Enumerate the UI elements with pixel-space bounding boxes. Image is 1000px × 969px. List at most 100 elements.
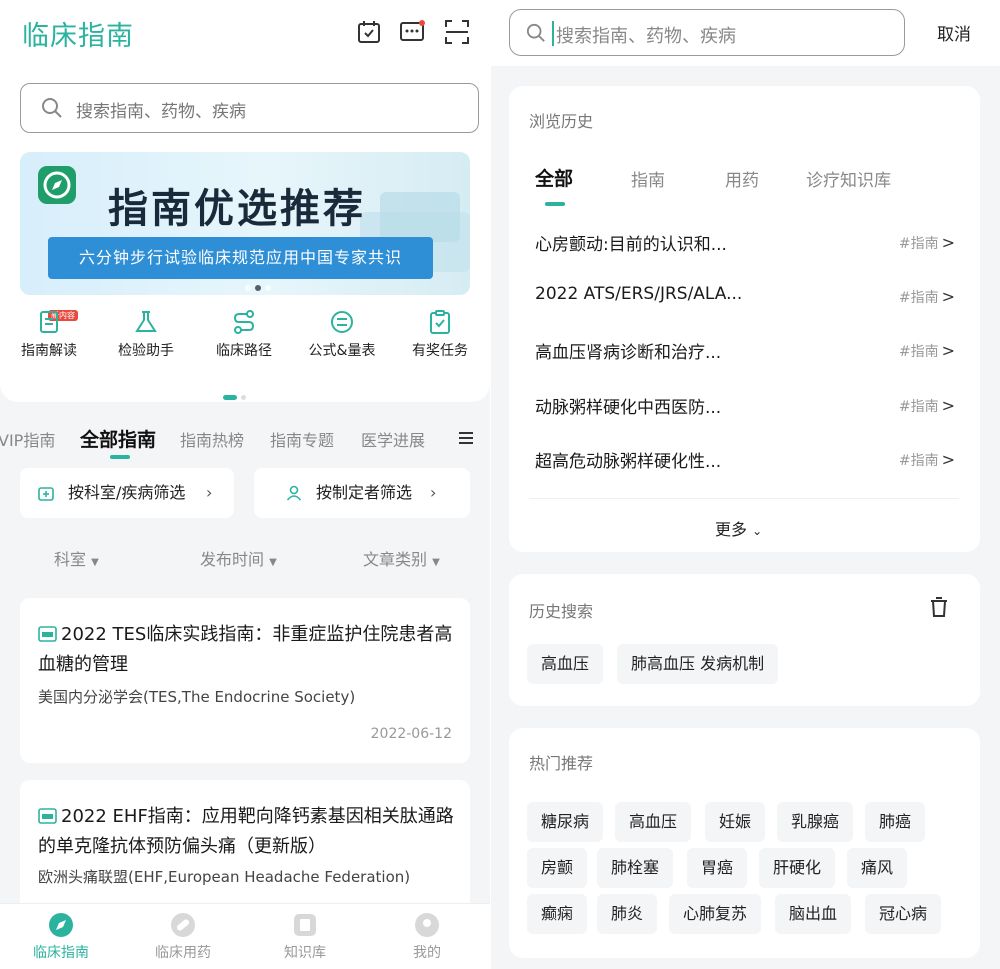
person-icon: [286, 485, 302, 501]
hot-chip[interactable]: 心肺复苏: [669, 894, 762, 934]
hot-chip[interactable]: 肺栓塞: [597, 848, 674, 888]
tab-hot-guides[interactable]: 指南热榜: [180, 427, 244, 451]
history-item[interactable]: 心房颤动:目前的认识和... #指南 >: [535, 228, 955, 258]
formula-icon: [331, 311, 353, 333]
hot-chip[interactable]: 脑出血: [775, 894, 852, 934]
flask-icon: [135, 311, 157, 332]
nav-clinical-guides[interactable]: 临床指南: [16, 912, 106, 962]
quick-formula-scale[interactable]: 公式&量表: [297, 308, 387, 360]
more-button[interactable]: 更多 ⌄: [715, 516, 762, 540]
history-item[interactable]: 2022 ATS/ERS/JRS/ALA... #指南 >: [535, 282, 955, 312]
search-history-title: 历史搜索: [529, 602, 594, 621]
guide-tabs: VIP指南 全部指南 指南热榜 指南专题 医学进展: [0, 425, 490, 459]
sort-article-type[interactable]: 文章类别 ▼: [363, 546, 440, 570]
pdf-document-icon: [38, 808, 57, 824]
history-item-title: 动脉粥样硬化中西医防...: [535, 398, 722, 418]
sort-label: 发布时间: [200, 550, 265, 569]
hot-chip[interactable]: 乳腺癌: [777, 802, 854, 842]
calendar-check-icon[interactable]: [355, 18, 383, 46]
medical-kit-icon: [38, 487, 54, 501]
sort-publish-time[interactable]: 发布时间 ▼: [200, 546, 277, 570]
document-icon: [40, 311, 58, 333]
filter-label: 按科室/疾病筛选: [68, 483, 186, 502]
quick-menu-pager: [223, 385, 250, 404]
quick-guide-reading[interactable]: 指南解读: [4, 308, 94, 360]
hot-chip[interactable]: 妊娠: [705, 802, 766, 842]
tab-medical-progress[interactable]: 医学进展: [361, 427, 425, 451]
chevron-right-icon: >: [941, 396, 955, 415]
browse-history-card: 浏览历史 全部 指南 用药 诊疗知识库 心房颤动:目前的认识和... #指南 > …: [509, 86, 980, 552]
quick-clinical-path[interactable]: 临床路径: [199, 308, 289, 360]
article-title: 2022 EHF指南：应用靶向降钙素基因相关肽通路的单克隆抗体预防偏头痛（更新版…: [38, 802, 458, 862]
hot-recommendations-card: 热门推荐 糖尿病 高血压 妊娠 乳腺癌 肺癌 房颤 肺栓塞 胃癌 肝硬化 痛风 …: [509, 728, 980, 958]
hot-chip[interactable]: 肺癌: [865, 802, 926, 842]
trash-icon[interactable]: [929, 596, 949, 618]
hot-chip[interactable]: 糖尿病: [527, 802, 604, 842]
sort-department[interactable]: 科室 ▼: [54, 546, 99, 570]
search-bar[interactable]: 搜索指南、药物、疾病: [20, 83, 479, 133]
compass-icon: [49, 913, 73, 937]
article-card[interactable]: 2022 EHF指南：应用靶向降钙素基因相关肽通路的单克隆抗体预防偏头痛（更新版…: [20, 780, 470, 920]
tab-knowledge-base[interactable]: 诊疗知识库: [806, 166, 891, 191]
hot-chip[interactable]: 癫痫: [527, 894, 588, 934]
filter-by-author-button[interactable]: 按制定者筛选 ›: [254, 468, 470, 518]
nav-label: 知识库: [284, 945, 326, 961]
tab-guides[interactable]: 指南: [631, 166, 665, 191]
search-screen: 搜索指南、药物、疾病 取消 浏览历史 全部 指南 用药 诊疗知识库 心房颤动:目…: [491, 0, 1000, 969]
route-icon: [233, 310, 255, 334]
hot-chip[interactable]: 痛风: [847, 848, 908, 888]
tab-all-guides[interactable]: 全部指南: [80, 425, 156, 452]
chevron-right-icon: ›: [430, 483, 437, 502]
article-card[interactable]: 2022 TES临床实践指南：非重症监护住院患者高血糖的管理 美国内分泌学会(T…: [20, 598, 470, 763]
divider: [529, 498, 959, 499]
scan-icon[interactable]: [443, 18, 471, 46]
history-item-title: 高血压肾病诊断和治疗...: [535, 343, 722, 363]
message-icon[interactable]: [398, 18, 426, 46]
tab-all[interactable]: 全部: [535, 164, 573, 191]
cancel-button[interactable]: 取消: [937, 20, 971, 45]
active-tab-indicator: [110, 455, 130, 459]
banner-subtitle: 六分钟步行试验临床规范应用中国专家共识: [48, 237, 433, 279]
quick-label: 有奖任务: [412, 343, 468, 359]
hot-recommendations-title: 热门推荐: [529, 754, 594, 773]
promo-banner[interactable]: 指南优选推荐 六分钟步行试验临床规范应用中国专家共识: [20, 152, 470, 295]
history-item-title: 2022 ATS/ERS/JRS/ALA...: [535, 284, 743, 304]
sort-label: 科室: [54, 550, 87, 569]
article-source: 欧洲头痛联盟(EHF,European Headache Federation): [38, 868, 411, 886]
history-item[interactable]: 高血压肾病诊断和治疗... #指南 >: [535, 336, 955, 366]
tab-vip-guides[interactable]: VIP指南: [0, 427, 55, 451]
nav-knowledge-base[interactable]: 知识库: [260, 912, 350, 962]
hot-chip[interactable]: 冠心病: [865, 894, 942, 934]
search-icon: [526, 23, 545, 42]
nav-profile[interactable]: 我的: [382, 912, 472, 962]
history-item-tag: #指南 >: [898, 233, 955, 252]
quick-reward-tasks[interactable]: 有奖任务: [395, 308, 485, 360]
history-item[interactable]: 动脉粥样硬化中西医防... #指南 >: [535, 391, 955, 421]
search-input[interactable]: 搜索指南、药物、疾病: [509, 9, 905, 56]
history-item-title: 心房颤动:目前的认识和...: [535, 235, 727, 255]
search-history-chip[interactable]: 高血压: [527, 644, 604, 684]
home-header-card: 临床指南 搜索指南、药物、疾病 指南优选推荐 六分钟步行试验临床规范应用中国专家…: [0, 0, 490, 402]
menu-icon[interactable]: [458, 430, 474, 446]
hot-chip[interactable]: 房颤: [527, 848, 588, 888]
hot-chip[interactable]: 胃癌: [687, 848, 748, 888]
filter-by-department-button[interactable]: 按科室/疾病筛选 ›: [20, 468, 234, 518]
home-screen: 临床指南 搜索指南、药物、疾病 指南优选推荐 六分钟步行试验临床规范应用中国专家…: [0, 0, 490, 969]
hot-chip[interactable]: 肺炎: [597, 894, 658, 934]
user-icon: [415, 913, 439, 937]
quick-label: 指南解读: [21, 343, 77, 359]
history-item-tag: #指南 >: [898, 287, 955, 306]
article-source: 美国内分泌学会(TES,The Endocrine Society): [38, 688, 356, 706]
tab-drugs[interactable]: 用药: [725, 166, 759, 191]
history-item[interactable]: 超高危动脉粥样硬化性... #指南 >: [535, 445, 955, 475]
hot-chip[interactable]: 肝硬化: [759, 848, 836, 888]
hot-chip[interactable]: 高血压: [615, 802, 692, 842]
book-icon: [294, 914, 316, 936]
search-history-chip[interactable]: 肺高血压 发病机制: [617, 644, 779, 684]
nav-clinical-drugs[interactable]: 临床用药: [138, 912, 228, 962]
filter-label: 按制定者筛选: [316, 483, 413, 502]
quick-lab-assistant[interactable]: 检验助手: [101, 308, 191, 360]
tab-guide-topics[interactable]: 指南专题: [270, 427, 334, 451]
search-header: 搜索指南、药物、疾病 取消: [491, 0, 1000, 66]
history-item-tag: #指南 >: [898, 396, 955, 415]
